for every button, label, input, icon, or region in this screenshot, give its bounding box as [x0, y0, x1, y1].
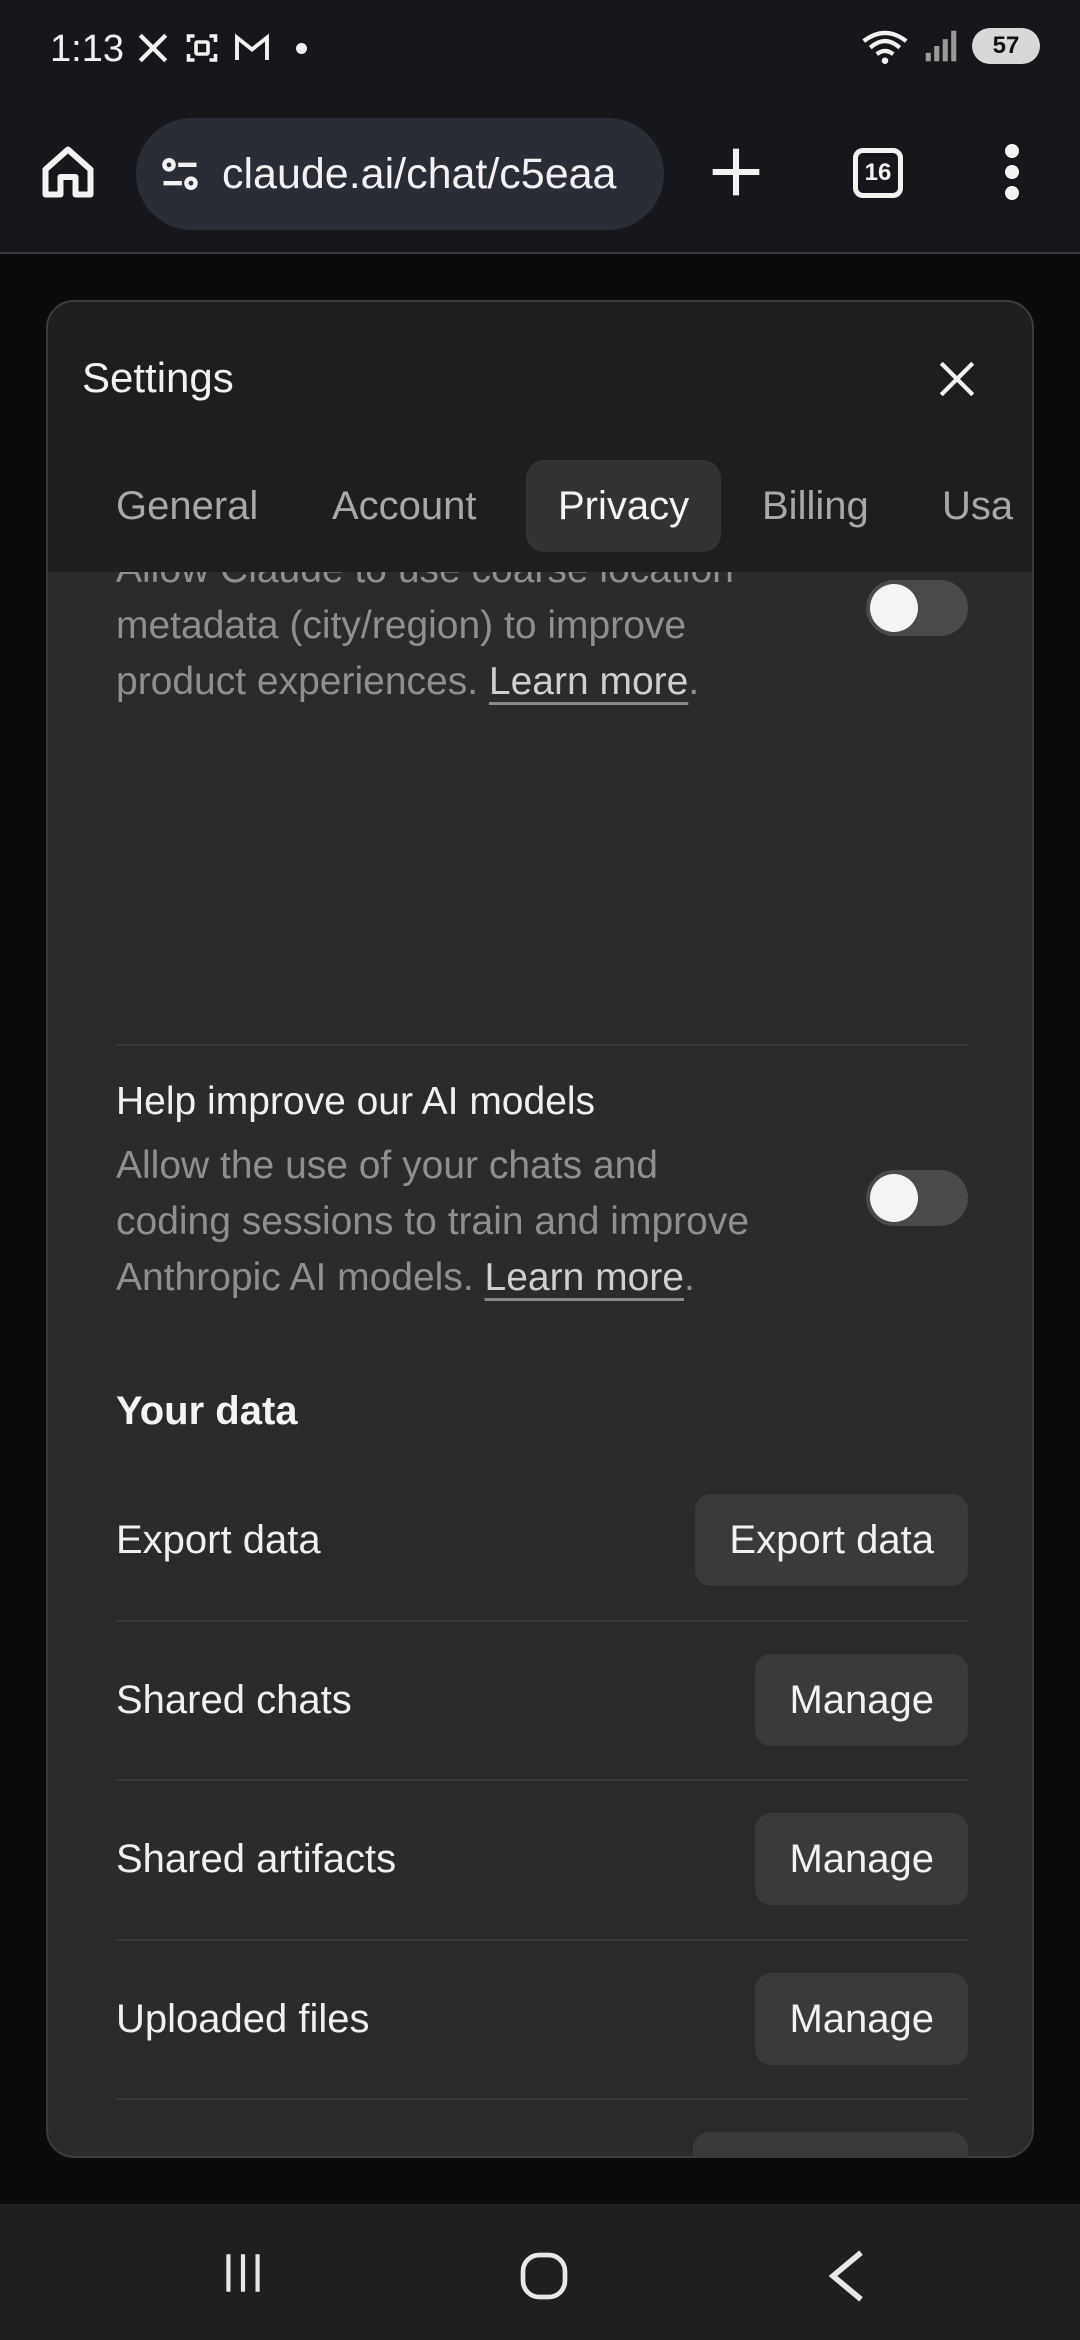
battery-indicator: 57: [972, 28, 1040, 64]
scan-icon: [186, 34, 218, 62]
x-app-icon: [138, 33, 168, 63]
shared-chats-row: Shared chats Manage: [116, 1654, 968, 1746]
tab-general[interactable]: General: [84, 460, 290, 552]
divider: [116, 1939, 968, 1941]
improve-models-toggle[interactable]: [866, 1170, 968, 1226]
external-link-icon: [890, 2156, 934, 2158]
home-icon[interactable]: [38, 142, 98, 202]
browser-toolbar: claude.ai/chat/c5eaa 16: [0, 100, 1080, 254]
site-settings-icon[interactable]: [158, 152, 202, 196]
settings-title: Settings: [82, 354, 234, 401]
manage-memory-label: Manage: [727, 2132, 872, 2156]
divider: [116, 1779, 968, 1781]
notification-dot: [296, 42, 307, 54]
status-time: 1:13: [50, 28, 124, 70]
manage-shared-chats-button[interactable]: Manage: [755, 1654, 968, 1746]
close-icon[interactable]: [936, 358, 978, 400]
status-bar: 1:13 57: [0, 0, 1080, 100]
gmail-icon: [235, 33, 269, 60]
home-nav-icon[interactable]: [516, 2248, 572, 2304]
back-icon[interactable]: [822, 2248, 872, 2304]
shared-chats-label: Shared chats: [116, 1678, 352, 1722]
settings-tabs: General Account Privacy Billing Usa: [48, 460, 1032, 552]
tab-account[interactable]: Account: [300, 460, 509, 552]
uploaded-files-row: Uploaded files Manage: [116, 1973, 968, 2065]
improve-models-learn-more-link[interactable]: Learn more: [485, 1256, 684, 1299]
export-data-button[interactable]: Export data: [695, 1494, 968, 1586]
toggle-knob: [870, 584, 918, 632]
divider: [116, 1620, 968, 1622]
address-bar[interactable]: claude.ai/chat/c5eaa: [136, 118, 664, 230]
export-data-row: Export data Export data: [116, 1494, 968, 1586]
manage-shared-artifacts-button[interactable]: Manage: [755, 1813, 968, 1905]
tab-billing[interactable]: Billing: [730, 460, 901, 552]
improve-models-title: Help improve our AI models: [116, 1080, 596, 1123]
settings-header: Settings General Account Privacy Billing…: [48, 302, 1032, 572]
divider: [116, 2098, 968, 2100]
memory-preferences-row: Memory preferences Manage: [116, 2132, 968, 2158]
location-learn-more-link[interactable]: Learn more: [489, 660, 688, 703]
system-navigation-bar: [0, 2204, 1080, 2340]
manage-uploaded-files-button[interactable]: Manage: [755, 1973, 968, 2065]
location-toggle[interactable]: [866, 580, 968, 636]
tab-privacy[interactable]: Privacy: [526, 460, 722, 552]
divider: [116, 1044, 968, 1046]
export-data-label: Export data: [116, 1518, 321, 1562]
signal-icon: [925, 30, 957, 62]
your-data-heading: Your data: [116, 1389, 298, 1433]
system-icons: 57: [860, 28, 1040, 64]
tab-usage[interactable]: Usa: [910, 460, 1032, 552]
notification-icons: [136, 30, 307, 66]
new-tab-icon[interactable]: [708, 144, 764, 200]
wifi-icon: [862, 30, 908, 64]
settings-body: Allow Claude to use coarse location meta…: [48, 548, 1032, 2158]
toggle-knob: [870, 1174, 918, 1222]
tab-switcher-button[interactable]: 16: [853, 148, 903, 198]
recent-apps-icon[interactable]: [218, 2248, 268, 2298]
manage-memory-preferences-button[interactable]: Manage: [693, 2132, 968, 2158]
memory-preferences-label: Memory preferences: [116, 2132, 483, 2156]
shared-artifacts-row: Shared artifacts Manage: [116, 1813, 968, 1905]
url-text[interactable]: claude.ai/chat/c5eaa: [222, 150, 616, 199]
improve-models-setting: Help improve our AI models Allow the use…: [116, 1080, 968, 1306]
improve-models-description: Allow the use of your chats and coding s…: [116, 1144, 750, 1299]
uploaded-files-label: Uploaded files: [116, 1997, 370, 2041]
more-menu-icon[interactable]: [1000, 144, 1024, 200]
settings-modal: Settings General Account Privacy Billing…: [46, 300, 1034, 2158]
shared-artifacts-label: Shared artifacts: [116, 1837, 397, 1881]
